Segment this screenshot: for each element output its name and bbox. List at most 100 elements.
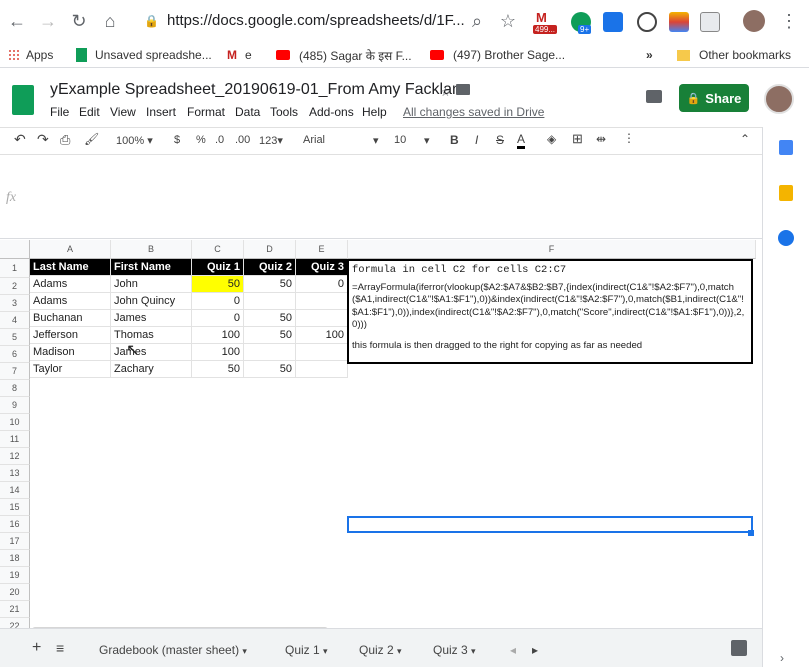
paint-format-icon[interactable]: 🖌: [84, 132, 99, 146]
rainbow-extension-icon[interactable]: [669, 12, 689, 32]
column-header[interactable]: D: [244, 240, 296, 259]
bookmark-unsaved-spreadsheet[interactable]: Unsaved spreadshe...: [76, 46, 212, 64]
menu-format[interactable]: Format: [187, 105, 225, 119]
undo-icon[interactable]: ↶: [14, 131, 26, 148]
row-header[interactable]: 6: [0, 346, 30, 363]
table-cell[interactable]: 50: [244, 327, 296, 344]
menu-file[interactable]: File: [50, 105, 69, 119]
table-cell[interactable]: [244, 344, 296, 361]
row-header[interactable]: 15: [0, 499, 30, 516]
folder-icon[interactable]: [456, 84, 470, 95]
tab-quiz-1[interactable]: Quiz 1 ▾: [285, 643, 328, 657]
menu-tools[interactable]: Tools: [270, 105, 298, 119]
table-cell[interactable]: Madison: [30, 344, 111, 361]
document-title[interactable]: yExample Spreadsheet_20190619-01_From Am…: [50, 81, 465, 99]
table-cell[interactable]: Adams: [30, 276, 111, 293]
font-size-select[interactable]: 10 ▾: [394, 134, 434, 147]
table-cell[interactable]: [244, 293, 296, 310]
column-header[interactable]: C: [192, 240, 244, 259]
row-header[interactable]: 16: [0, 516, 30, 533]
search-icon[interactable]: ⌕: [466, 10, 488, 32]
borders-icon[interactable]: ⊞: [572, 131, 583, 147]
header-cell[interactable]: Quiz 1: [192, 259, 244, 276]
table-cell[interactable]: Buchanan: [30, 310, 111, 327]
calendar-icon[interactable]: [779, 140, 793, 155]
table-cell[interactable]: James: [111, 310, 192, 327]
table-cell[interactable]: Jefferson: [30, 327, 111, 344]
bookmark-apps[interactable]: Apps: [8, 46, 53, 64]
table-cell[interactable]: 50: [244, 276, 296, 293]
column-header[interactable]: A: [30, 240, 111, 259]
bookmark-youtube-1[interactable]: (485) Sagar के इस F...: [276, 46, 412, 64]
more-toolbar-icon[interactable]: ⋮: [623, 131, 635, 145]
selected-cell[interactable]: [347, 516, 753, 533]
table-cell[interactable]: 100: [296, 327, 348, 344]
tab-gradebook[interactable]: Gradebook (master sheet) ▾: [99, 643, 247, 657]
header-cell[interactable]: Last Name: [30, 259, 111, 276]
bold-button[interactable]: B: [450, 133, 459, 147]
header-cell[interactable]: First Name: [111, 259, 192, 276]
profile-avatar[interactable]: [743, 10, 765, 32]
bookmark-gmail[interactable]: M e: [227, 46, 252, 64]
table-cell[interactable]: 100: [192, 327, 244, 344]
more-bookmarks-chevron[interactable]: »: [646, 46, 653, 64]
back-icon[interactable]: ←: [6, 10, 28, 32]
header-cell[interactable]: Quiz 3: [296, 259, 348, 276]
more-formats-button[interactable]: 123▾: [259, 134, 283, 147]
other-bookmarks[interactable]: Other bookmarks: [677, 46, 791, 64]
font-select[interactable]: Arial ▾: [303, 134, 379, 147]
lightbulb-icon[interactable]: [637, 12, 657, 32]
more-vert-icon[interactable]: ⋮: [778, 10, 800, 32]
row-header[interactable]: 18: [0, 550, 30, 567]
row-header[interactable]: 22: [0, 618, 30, 628]
sheets-logo-icon[interactable]: [12, 85, 34, 115]
share-button[interactable]: 🔒 Share: [679, 84, 749, 112]
row-header[interactable]: 21: [0, 601, 30, 618]
table-cell[interactable]: 50: [244, 361, 296, 378]
star-icon[interactable]: ☆: [440, 85, 451, 99]
row-header[interactable]: 11: [0, 431, 30, 448]
scroll-tabs-left-icon[interactable]: ◂: [510, 643, 516, 657]
merge-cells-icon[interactable]: ⇹: [596, 132, 606, 146]
bookmark-youtube-2[interactable]: (497) Brother Sage...: [430, 46, 565, 64]
tab-quiz-3[interactable]: Quiz 3 ▾: [433, 643, 476, 657]
address-bar[interactable]: https://docs.google.com/spreadsheets/d/1…: [167, 12, 465, 29]
formula-bar[interactable]: fx: [0, 155, 762, 239]
all-sheets-button[interactable]: ≡: [56, 640, 64, 656]
menu-data[interactable]: Data: [235, 105, 260, 119]
menu-insert[interactable]: Insert: [146, 105, 176, 119]
add-sheet-button[interactable]: +: [32, 639, 41, 657]
menu-edit[interactable]: Edit: [79, 105, 100, 119]
tasks-icon[interactable]: [778, 230, 794, 246]
row-header[interactable]: 12: [0, 448, 30, 465]
menu-view[interactable]: View: [110, 105, 136, 119]
row-header[interactable]: 1: [0, 259, 30, 278]
menu-help[interactable]: Help: [362, 105, 387, 119]
column-header[interactable]: F: [348, 240, 756, 259]
row-header[interactable]: 14: [0, 482, 30, 499]
percent-button[interactable]: %: [196, 134, 206, 146]
keep-icon[interactable]: [779, 185, 793, 201]
table-cell[interactable]: [296, 344, 348, 361]
star-icon[interactable]: ☆: [497, 10, 519, 32]
column-header[interactable]: E: [296, 240, 348, 259]
row-header[interactable]: 10: [0, 414, 30, 431]
checkbox-extension-icon[interactable]: [603, 12, 623, 32]
table-cell[interactable]: 100: [192, 344, 244, 361]
row-header[interactable]: 3: [0, 295, 30, 312]
row-header[interactable]: 17: [0, 533, 30, 550]
account-avatar[interactable]: [764, 84, 794, 114]
show-side-panel-icon[interactable]: ›: [780, 651, 784, 665]
select-all-corner[interactable]: [0, 240, 30, 259]
table-cell[interactable]: Zachary: [111, 361, 192, 378]
row-header[interactable]: 8: [0, 380, 30, 397]
row-header[interactable]: 5: [0, 329, 30, 346]
table-cell[interactable]: [296, 361, 348, 378]
collapse-toolbar-icon[interactable]: ⌃: [740, 132, 750, 146]
comments-icon[interactable]: [646, 90, 662, 103]
reload-icon[interactable]: ↻: [68, 10, 90, 32]
formula-note-cell[interactable]: formula in cell C2 for cells C2:C7 =Arra…: [347, 259, 753, 364]
strikethrough-button[interactable]: S: [496, 133, 504, 147]
redo-icon[interactable]: ↷: [37, 131, 49, 148]
table-cell[interactable]: 0: [192, 310, 244, 327]
